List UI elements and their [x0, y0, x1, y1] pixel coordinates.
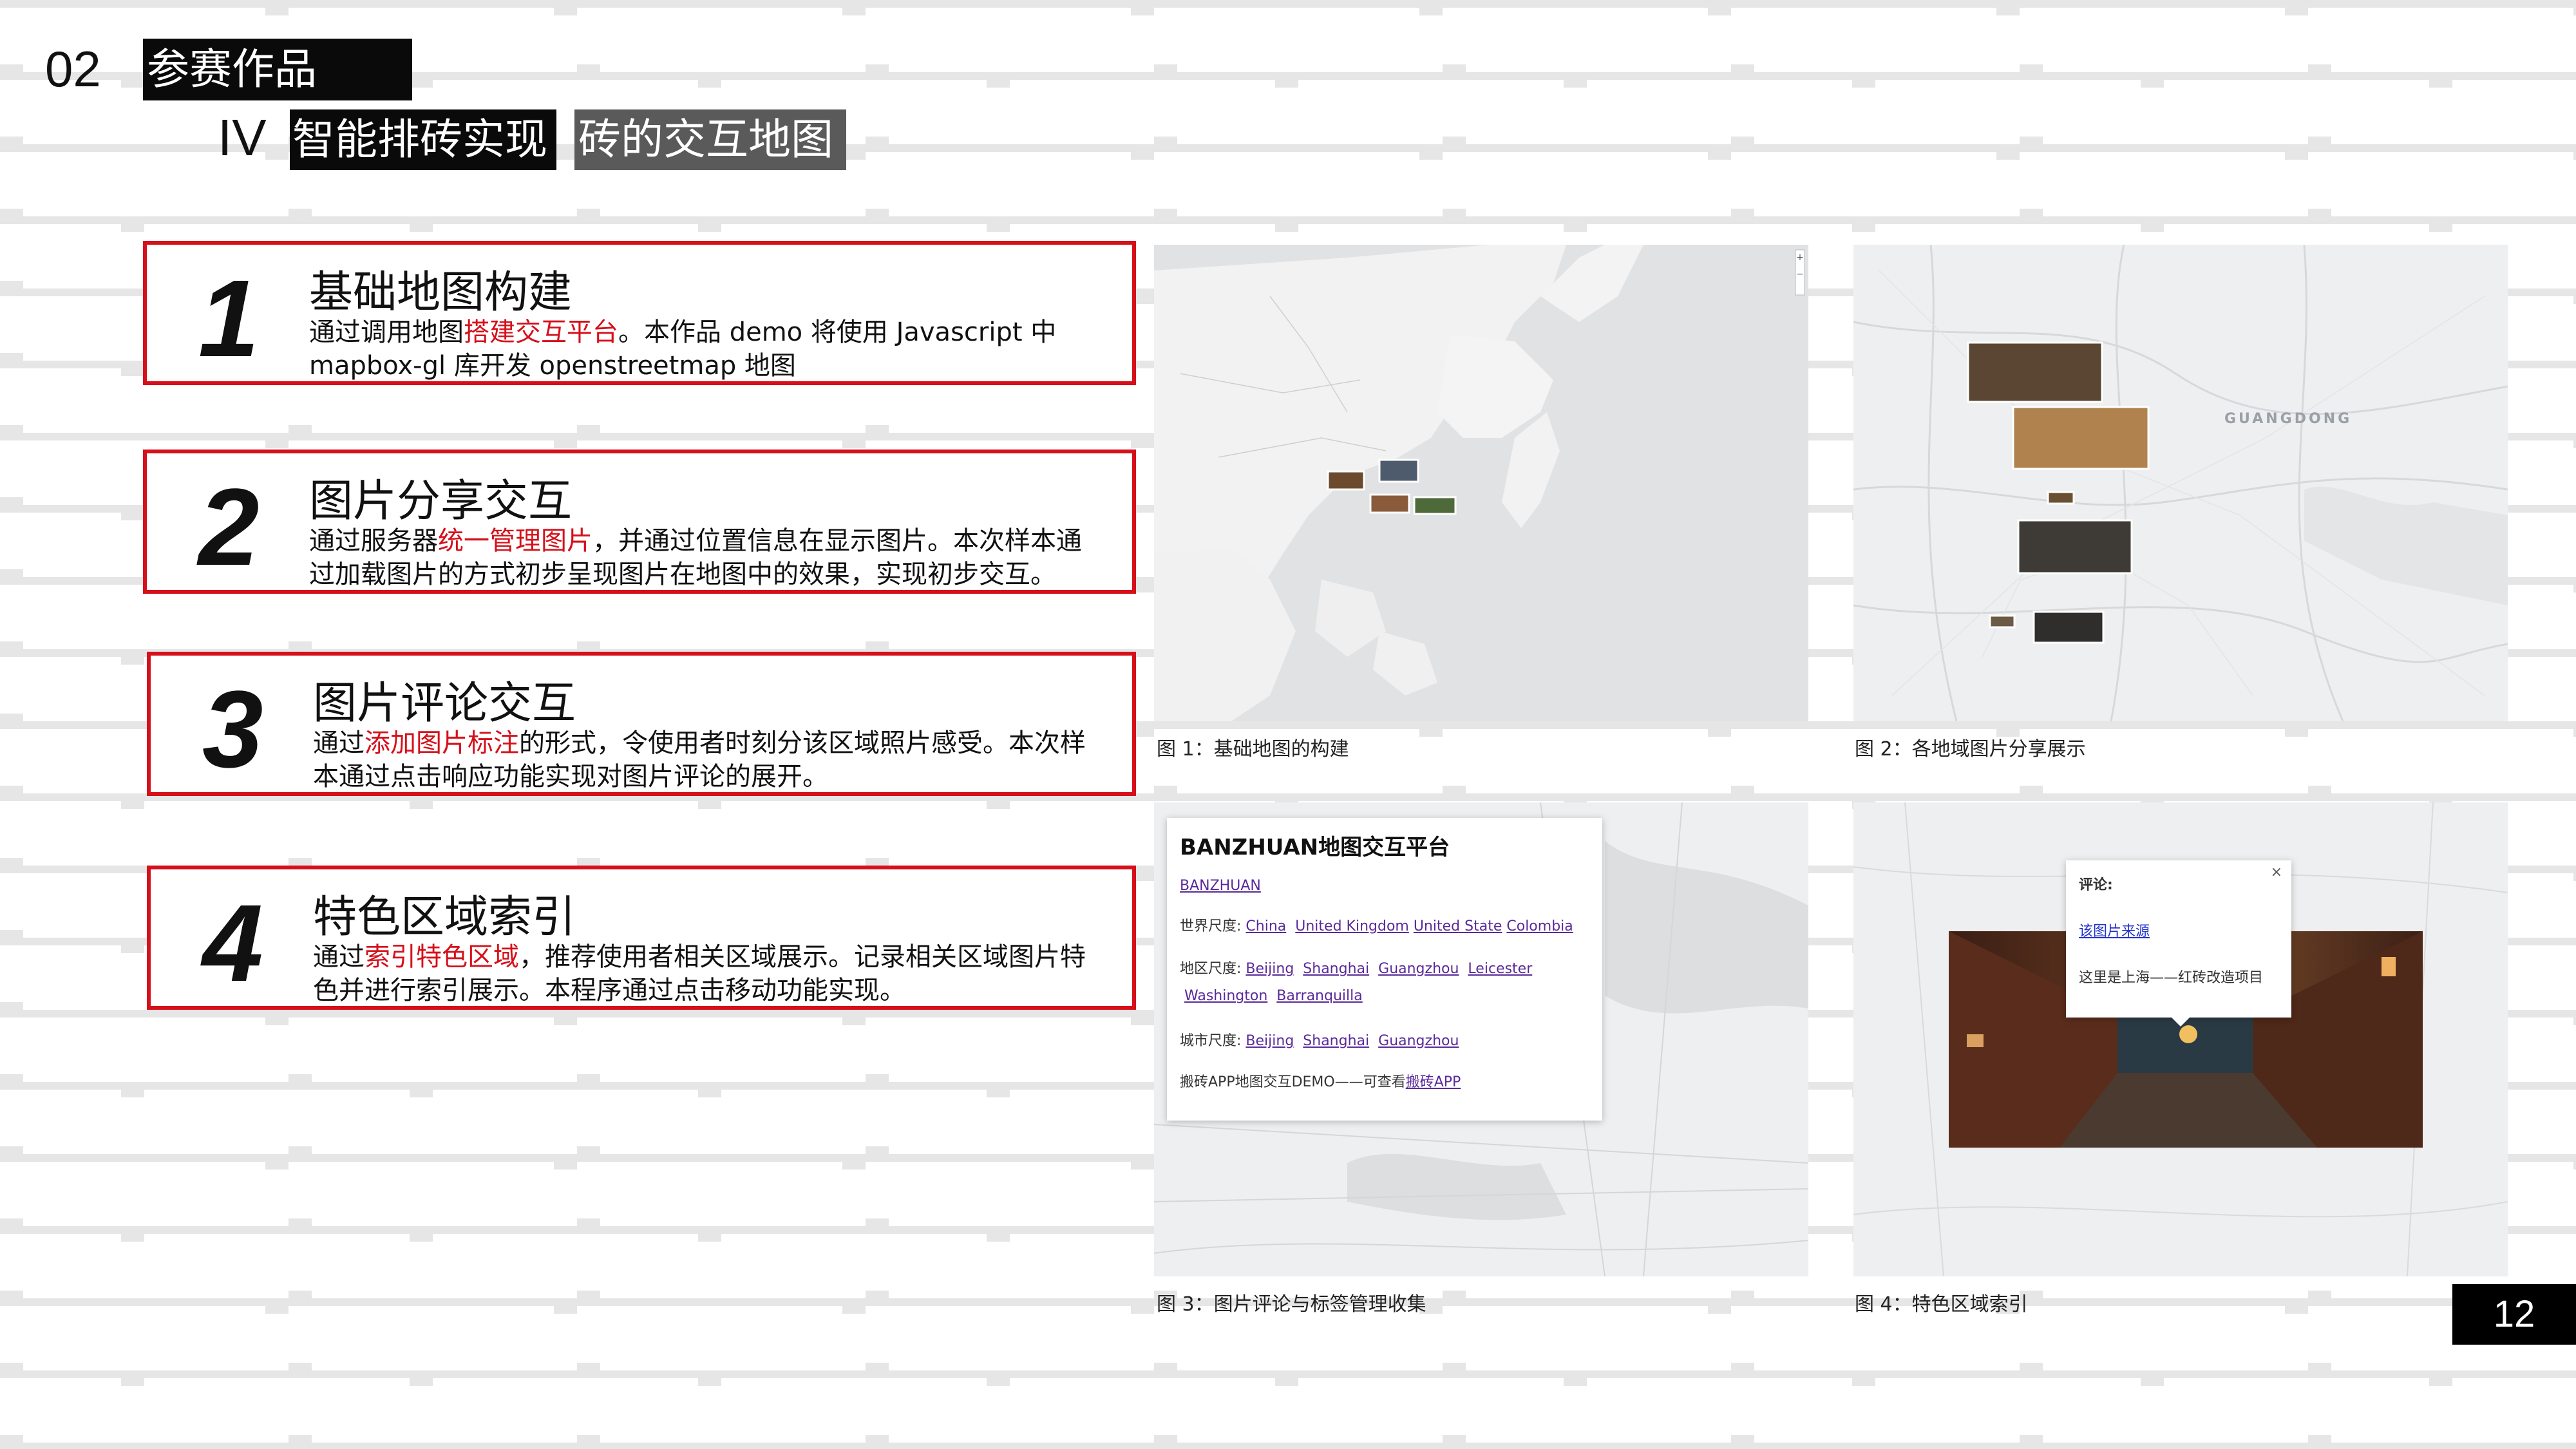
- link-city-shanghai[interactable]: Shanghai: [1303, 1033, 1369, 1049]
- link-washington[interactable]: Washington: [1184, 988, 1267, 1004]
- comment-popup: × 评论: 该图片来源 这里是上海——红砖改造项目: [2066, 860, 2291, 1027]
- close-icon[interactable]: ×: [2271, 864, 2282, 880]
- tab-smart-brick-layout: 智能排砖实现: [290, 109, 556, 170]
- feature-card-2: 2 图片分享交互 通过服务器统一管理图片，并通过位置信息在显示图片。本次样本通过…: [143, 450, 1136, 594]
- popup-footer: 搬砖APP地图交互DEMO——可查看搬砖APP: [1180, 1074, 1461, 1090]
- link-beijing[interactable]: Beijing: [1245, 961, 1294, 977]
- figure-comment-tag-map: BANZHUAN地图交互平台 BANZHUAN 世界尺度: China Unit…: [1154, 802, 1808, 1276]
- regional-map-image: [1853, 245, 2508, 721]
- link-city-guangzhou[interactable]: Guangzhou: [1378, 1033, 1459, 1049]
- link-colombia[interactable]: Colombia: [1506, 918, 1573, 934]
- section-title: 参赛作品: [143, 39, 412, 100]
- subsection-roman: IV: [218, 109, 267, 166]
- comment-text: 这里是上海——红砖改造项目: [2079, 970, 2264, 986]
- link-shanghai[interactable]: Shanghai: [1303, 961, 1369, 977]
- feature-card-4: 4 特色区域索引 通过索引特色区域，推荐使用者相关区域展示。记录相关区域图片特色…: [147, 866, 1136, 1010]
- world-map-image: + −: [1154, 245, 1808, 721]
- region-scale-row: 地区尺度: Beijing Shanghai Guangzhou Leicest…: [1180, 961, 1533, 1004]
- link-guangzhou[interactable]: Guangzhou: [1378, 961, 1459, 977]
- card-number: 2: [198, 466, 260, 589]
- link-united-kingdom[interactable]: United Kingdom: [1295, 918, 1409, 934]
- image-source-link[interactable]: 该图片来源: [2079, 923, 2150, 940]
- link-leicester[interactable]: Leicester: [1468, 961, 1532, 977]
- card-description: 通过服务器统一管理图片，并通过位置信息在显示图片。本次样本通过加载图片的方式初步…: [309, 526, 1082, 589]
- link-city-beijing[interactable]: Beijing: [1245, 1033, 1294, 1049]
- card-description: 通过调用地图搭建交互平台。本作品 demo 将使用 Javascript 中 m…: [309, 317, 1057, 381]
- figure-2-caption: 图 2：各地域图片分享展示: [1855, 738, 2086, 761]
- popup-title: BANZHUAN地图交互平台: [1180, 835, 1450, 860]
- figure-3-caption: 图 3：图片评论与标签管理收集: [1157, 1293, 1426, 1316]
- figure-1-caption: 图 1：基础地图的构建: [1157, 738, 1349, 761]
- tab-brick-interactive-map: 砖的交互地图: [574, 109, 846, 170]
- comment-label: 评论:: [2079, 877, 2113, 893]
- feature-card-1: 1 基础地图构建 通过调用地图搭建交互平台。本作品 demo 将使用 Javas…: [143, 241, 1136, 385]
- feature-card-3: 3 图片评论交互 通过添加图片标注的形式，令使用者时刻分该区域照片感受。本次样本…: [147, 652, 1136, 796]
- card-title: 图片分享交互: [309, 476, 573, 527]
- card-number: 4: [202, 882, 263, 1005]
- platform-popup: BANZHUAN地图交互平台 BANZHUAN 世界尺度: China Unit…: [1167, 818, 1602, 1121]
- popup-pointer: [2172, 1018, 2190, 1027]
- region-label: GUANGDONG: [2224, 411, 2353, 427]
- figure-base-map: + −: [1154, 245, 1808, 721]
- card-title: 基础地图构建: [309, 267, 573, 318]
- section-number: 02: [45, 41, 101, 97]
- banzhuan-app-link[interactable]: 搬砖APP: [1406, 1074, 1461, 1090]
- figure-region-index-map: × 评论: 该图片来源 这里是上海——红砖改造项目: [1853, 802, 2508, 1276]
- figure-4-caption: 图 4：特色区域索引: [1855, 1293, 2028, 1316]
- link-china[interactable]: China: [1245, 918, 1286, 934]
- world-scale-row: 世界尺度: China United Kingdom United State …: [1180, 918, 1573, 934]
- link-barranquilla[interactable]: Barranquilla: [1276, 988, 1362, 1004]
- banzhuan-link[interactable]: BANZHUAN: [1180, 878, 1261, 894]
- card-title: 图片评论交互: [313, 678, 576, 729]
- page-number: 12: [2452, 1284, 2576, 1345]
- card-number: 1: [198, 258, 260, 380]
- card-description: 通过添加图片标注的形式，令使用者时刻分该区域照片感受。本次样本通过点击响应功能实…: [313, 728, 1086, 791]
- card-description: 通过索引特色区域，推荐使用者相关区域展示。记录相关区域图片特色并进行索引展示。本…: [313, 942, 1086, 1005]
- link-united-state[interactable]: United State: [1414, 918, 1502, 934]
- card-title: 特色区域索引: [313, 892, 576, 943]
- figure-image-share-map: GUANGDONG: [1853, 245, 2508, 721]
- city-scale-row: 城市尺度: Beijing Shanghai Guangzhou: [1180, 1033, 1459, 1049]
- svg-text:−: −: [1796, 269, 1804, 279]
- card-number: 3: [202, 668, 263, 791]
- svg-text:+: +: [1796, 252, 1804, 263]
